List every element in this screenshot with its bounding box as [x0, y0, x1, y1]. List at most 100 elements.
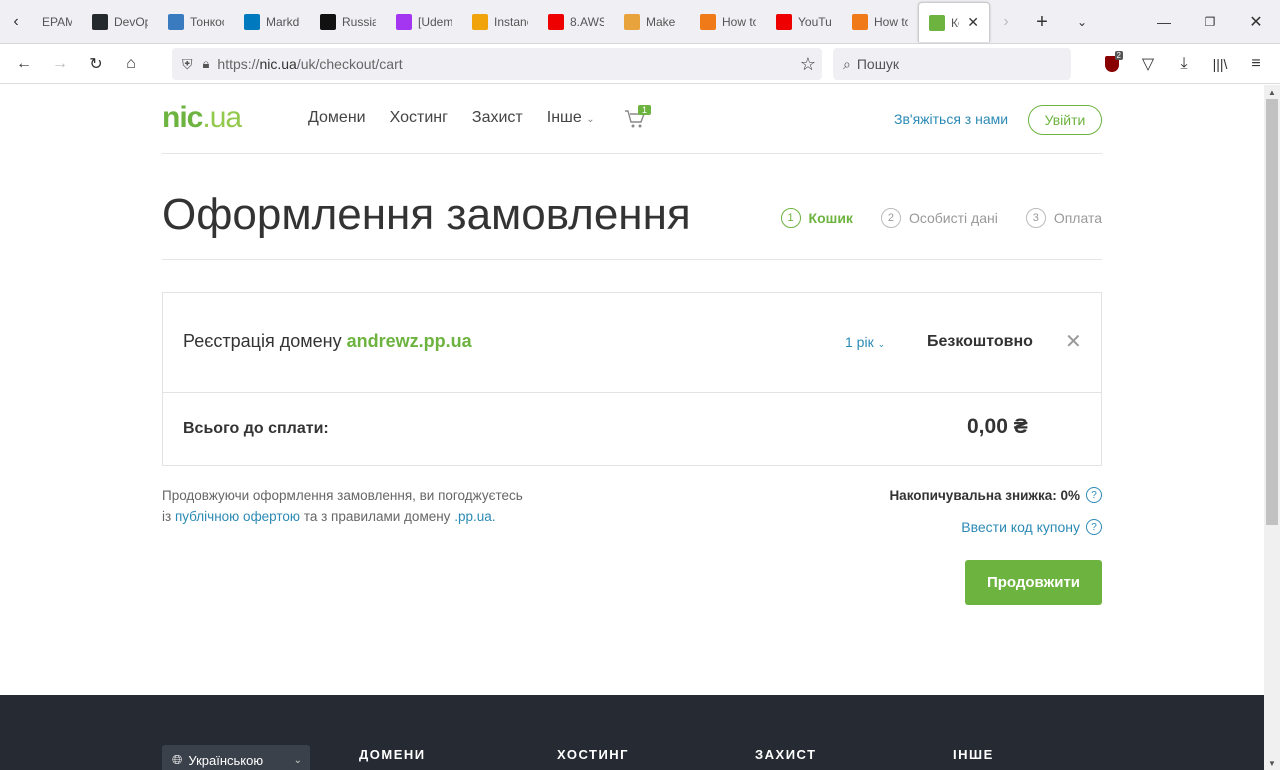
terms-text-a: із: [162, 509, 172, 524]
close-window-icon[interactable]: ✕: [1242, 0, 1270, 44]
browser-tab[interactable]: Russian: [310, 0, 386, 44]
github-icon: [92, 14, 108, 30]
step-label: Кошик: [808, 210, 853, 226]
search-placeholder: Пошук: [856, 56, 900, 72]
cart-item-prefix: Реєстрація домену: [183, 331, 342, 351]
nav-other-label: Інше: [546, 109, 582, 126]
trello-icon: [244, 14, 260, 30]
language-select[interactable]: 🌐︎ Українською ⌄: [162, 745, 310, 770]
new-tab-icon[interactable]: +: [1028, 0, 1056, 44]
browser-tab[interactable]: Кошик ✕: [918, 2, 990, 42]
bookmark-star-icon[interactable]: ☆: [800, 54, 816, 75]
nav-protection[interactable]: Захист: [472, 109, 523, 127]
remove-item-close-icon[interactable]: ✕: [1065, 329, 1082, 354]
coupon-link[interactable]: Ввести код купону ?: [961, 519, 1102, 535]
tab-label: Instances: [494, 15, 528, 29]
discount-info: Накопичувальна знижка: 0% ?: [889, 487, 1102, 503]
step-label: Оплата: [1053, 210, 1102, 226]
footer-heading-domains: ДОМЕНИ: [359, 747, 426, 762]
browser-tab[interactable]: [Udemy]: [386, 0, 462, 44]
chevron-down-icon: ⌄: [586, 114, 595, 125]
ublock-extension-icon[interactable]: 2: [1098, 50, 1126, 78]
minimize-window-icon[interactable]: —: [1150, 0, 1178, 44]
domain-rules-link[interactable]: .pp.ua.: [454, 509, 495, 524]
tab-label: Markdown: [266, 15, 300, 29]
dots-icon: [320, 14, 336, 30]
continue-button[interactable]: Продовжити: [965, 560, 1102, 605]
browser-tab[interactable]: EPAM: [32, 0, 82, 44]
public-offer-link[interactable]: публічною офертою: [175, 509, 300, 524]
address-bar[interactable]: ⛨ 🔒︎ https://nic.ua/uk/checkout/cart ☆: [172, 48, 822, 80]
browser-tab[interactable]: Make: [614, 0, 690, 44]
cart-item-domain: andrewz.pp.ua: [346, 331, 472, 351]
forward-icon[interactable]: →: [46, 50, 74, 78]
period-value: 1 рік: [845, 334, 874, 350]
contact-link[interactable]: Зв'яжіться з нами: [894, 111, 1008, 127]
youtube-icon: [548, 14, 564, 30]
cart-button[interactable]: 1: [624, 105, 654, 131]
cart-count-badge: 1: [638, 105, 652, 115]
cart-item-price: Безкоштовно: [927, 333, 1033, 350]
tab-list-chevron-icon[interactable]: ⌄: [1068, 0, 1096, 44]
browser-tab[interactable]: DevOps: [82, 0, 158, 44]
page-scrollbar[interactable]: ▲ ▼: [1264, 85, 1280, 770]
aws-icon: [472, 14, 488, 30]
login-button[interactable]: Увійти: [1028, 105, 1102, 135]
nav-domains[interactable]: Домени: [308, 109, 366, 127]
tab-scroll-left-icon[interactable]: ‹: [0, 0, 32, 44]
tab-label: How to: [874, 15, 908, 29]
url-path: /uk/checkout/cart: [296, 56, 403, 72]
period-select[interactable]: 1 рік ⌄: [845, 334, 885, 350]
discount-label: Накопичувальна знижка: 0%: [889, 487, 1080, 503]
browser-tab[interactable]: Markdown: [234, 0, 310, 44]
close-tab-icon[interactable]: ✕: [967, 14, 979, 31]
browser-tab[interactable]: 8.AWS: [538, 0, 614, 44]
url-text[interactable]: https://nic.ua/uk/checkout/cart: [217, 56, 402, 72]
library-icon[interactable]: |||\: [1206, 50, 1234, 78]
scroll-up-icon[interactable]: ▲: [1264, 85, 1280, 99]
tab-strip: EPAM DevOps Тонкости Markdown Russian [Udemy]…: [32, 0, 990, 44]
scroll-down-icon[interactable]: ▼: [1264, 756, 1280, 770]
tab-scroll-right-icon[interactable]: ›: [996, 0, 1016, 44]
lock-icon[interactable]: 🔒︎: [203, 56, 210, 72]
nav-hosting[interactable]: Хостинг: [390, 109, 448, 127]
step-cart: 1 Кошик: [780, 208, 853, 228]
browser-toolbar: ← → ↻ ⌂ ⛨ 🔒︎ https://nic.ua/uk/checkout/…: [0, 44, 1280, 84]
url-host: nic.ua: [259, 56, 297, 72]
site-footer: 🌐︎ Українською ⌄ ДОМЕНИ ХОСТИНГ ЗАХИСТ І…: [0, 695, 1264, 770]
footer-heading-other: ІНШЕ: [953, 747, 994, 762]
browser-tab[interactable]: Тонкости: [158, 0, 234, 44]
menu-icon[interactable]: ≡: [1242, 50, 1270, 78]
total-row: Всього до сплати: 0,00 ₴: [163, 393, 1101, 465]
shield-icon[interactable]: ⛨: [182, 56, 193, 73]
browser-tab[interactable]: How to: [690, 0, 766, 44]
search-icon: ⌕: [843, 55, 851, 72]
pocket-icon[interactable]: ▽: [1134, 50, 1162, 78]
browser-tab[interactable]: YouTube: [766, 0, 842, 44]
search-input[interactable]: ⌕ Пошук: [833, 48, 1071, 80]
downloads-icon[interactable]: ⤓: [1170, 50, 1198, 78]
tab-label: How to: [722, 15, 756, 29]
back-icon[interactable]: ←: [10, 50, 38, 78]
home-icon[interactable]: ⌂: [117, 50, 145, 78]
scrollbar-thumb[interactable]: [1266, 99, 1278, 525]
site-logo[interactable]: nic.ua: [162, 101, 242, 135]
tab-bar: ‹ EPAM DevOps Тонкости Markdown Russian [Udem…: [0, 0, 1280, 44]
box-icon: [624, 14, 640, 30]
logo-ext: .ua: [202, 101, 242, 134]
page-viewport: nic.ua Домени Хостинг Захист Інше ⌄ 1 Зв…: [0, 85, 1264, 770]
cart-item-name: Реєстрація домену andrewz.pp.ua: [183, 331, 472, 352]
browser-tab[interactable]: How to: [842, 0, 918, 44]
nic-icon: [929, 14, 945, 31]
help-question-icon[interactable]: ?: [1086, 487, 1102, 503]
tab-label: Тонкости: [190, 15, 224, 29]
reload-icon[interactable]: ↻: [82, 50, 110, 78]
tab-label: 8.AWS: [570, 15, 604, 29]
help-question-icon[interactable]: ?: [1086, 519, 1102, 535]
tab-label: DevOps: [114, 15, 148, 29]
nav-other[interactable]: Інше ⌄: [547, 109, 595, 127]
total-label: Всього до сплати:: [183, 420, 329, 437]
browser-tab[interactable]: Instances: [462, 0, 538, 44]
restore-window-icon[interactable]: ❐: [1196, 0, 1224, 44]
terms-text: Продовжуючи оформлення замовлення, ви по…: [162, 485, 562, 527]
